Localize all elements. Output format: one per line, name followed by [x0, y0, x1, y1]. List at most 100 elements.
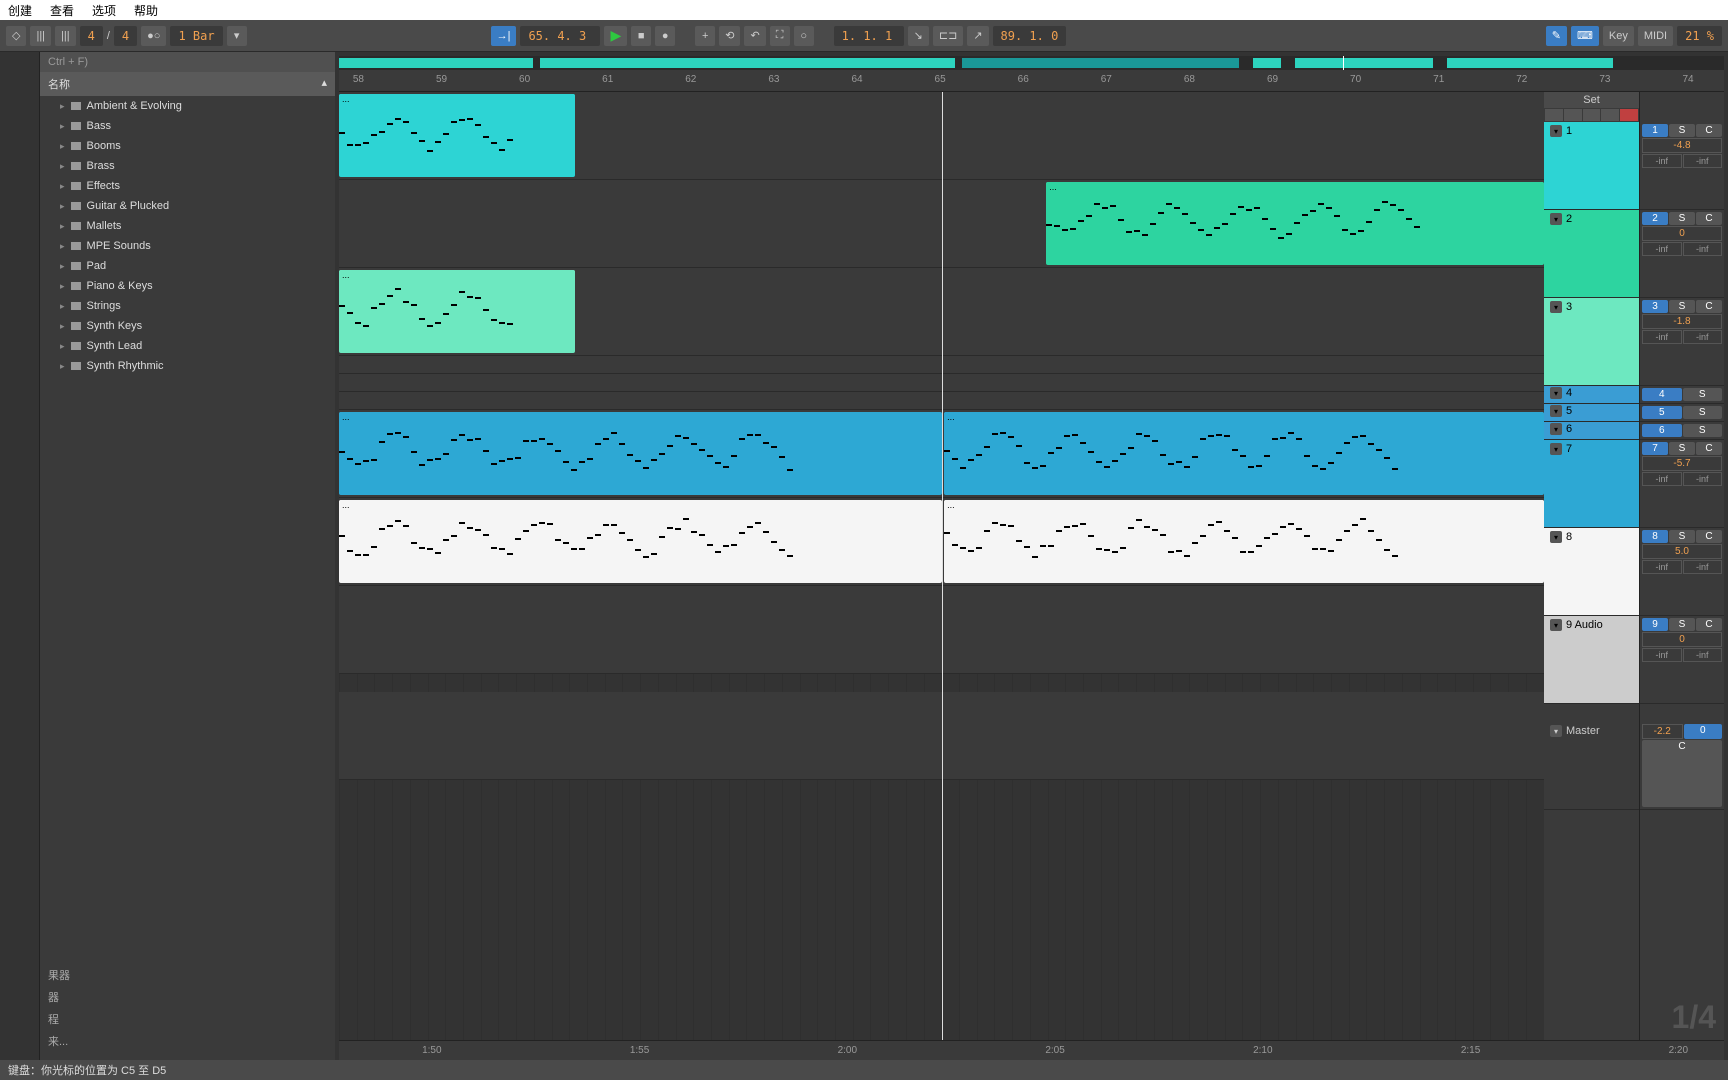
midi-clip[interactable]: ...	[944, 412, 1544, 495]
stop-button[interactable]: ■	[631, 26, 651, 46]
fold-button[interactable]: ▾	[1550, 531, 1562, 543]
menu-create[interactable]: 创建	[8, 2, 32, 19]
loop-switch[interactable]: ⊏⊐	[933, 26, 963, 46]
send-a[interactable]: -inf	[1642, 154, 1682, 168]
track-header[interactable]: ▾9 Audio	[1544, 616, 1639, 704]
tracks-timeline[interactable]: .....................	[339, 92, 1544, 1040]
time-ruler[interactable]: 1:501:552:002:052:102:152:20	[339, 1040, 1724, 1060]
track-header[interactable]: ▾3	[1544, 298, 1639, 386]
master-volume[interactable]: -2.2	[1642, 724, 1683, 739]
fold-button[interactable]: ▾	[1550, 443, 1562, 455]
midi-clip[interactable]: ...	[944, 500, 1544, 583]
browser-item[interactable]: Booms	[40, 136, 335, 156]
metronome-button[interactable]: |||	[55, 26, 76, 46]
fold-button[interactable]: ▾	[1550, 405, 1562, 417]
send-b[interactable]: -inf	[1683, 330, 1723, 344]
follow-button[interactable]: →|	[491, 26, 517, 46]
track-header[interactable]: ▾1	[1544, 122, 1639, 210]
automation-arm[interactable]: ⟲	[719, 26, 740, 46]
key-map[interactable]: Key	[1603, 26, 1634, 46]
send-a[interactable]: -inf	[1642, 330, 1682, 344]
loop-start[interactable]: 1. 1. 1	[834, 26, 904, 46]
solo-button[interactable]: S	[1669, 530, 1695, 543]
browser-item[interactable]: Synth Keys	[40, 316, 335, 336]
track-header[interactable]: ▾4	[1544, 386, 1639, 404]
quantize-dropdown[interactable]: ▾	[227, 26, 247, 46]
menu-help[interactable]: 帮助	[134, 2, 158, 19]
c-button[interactable]: C	[1696, 212, 1722, 225]
midi-clip[interactable]: ...	[339, 94, 575, 177]
overdub-button[interactable]: +	[695, 26, 715, 46]
send-a[interactable]: -inf	[1642, 472, 1682, 486]
fold-button[interactable]: ▾	[1550, 125, 1562, 137]
fold-button[interactable]: ▾	[1550, 725, 1562, 737]
track-activator[interactable]: 6	[1642, 424, 1682, 437]
side-link[interactable]: 果器	[48, 964, 327, 986]
draw-mode[interactable]: ✎	[1546, 26, 1567, 46]
loop-end[interactable]: 89. 1. 0	[993, 26, 1067, 46]
volume-value[interactable]: 5.0	[1642, 544, 1722, 559]
solo-button[interactable]: S	[1669, 618, 1695, 631]
send-b[interactable]: -inf	[1683, 648, 1723, 662]
browser-item[interactable]: Pad	[40, 256, 335, 276]
track-activator[interactable]: 8	[1642, 530, 1668, 543]
master-c[interactable]: C	[1642, 740, 1722, 807]
track-activator[interactable]: 1	[1642, 124, 1668, 137]
solo-button[interactable]: S	[1669, 442, 1695, 455]
send-b[interactable]: -inf	[1683, 472, 1723, 486]
c-button[interactable]: C	[1696, 442, 1722, 455]
reenable-auto[interactable]: ↶	[744, 26, 765, 46]
send-b[interactable]: -inf	[1683, 560, 1723, 574]
send-b[interactable]: -inf	[1683, 242, 1723, 256]
midi-clip[interactable]: ...	[339, 270, 575, 353]
c-button[interactable]: C	[1696, 618, 1722, 631]
browser-item[interactable]: Synth Rhythmic	[40, 356, 335, 376]
midi-clip[interactable]: ...	[339, 412, 942, 495]
send-a[interactable]: -inf	[1642, 560, 1682, 574]
volume-value[interactable]: -5.7	[1642, 456, 1722, 471]
menu-view[interactable]: 查看	[50, 2, 74, 19]
volume-value[interactable]: 0	[1642, 226, 1722, 241]
browser-item[interactable]: Effects	[40, 176, 335, 196]
punch-out[interactable]: ↗	[967, 26, 988, 46]
c-button[interactable]: C	[1696, 300, 1722, 313]
browser-item[interactable]: Strings	[40, 296, 335, 316]
fold-button[interactable]: ▾	[1550, 301, 1562, 313]
browser-column-header[interactable]: 名称▴	[40, 72, 335, 96]
send-a[interactable]: -inf	[1642, 648, 1682, 662]
punch-in[interactable]: ↘	[908, 26, 929, 46]
quantize-select[interactable]: 1 Bar	[170, 26, 222, 46]
session-rec[interactable]: ○	[794, 26, 814, 46]
fold-button[interactable]: ▾	[1550, 423, 1562, 435]
computer-midi[interactable]: ⌨	[1571, 26, 1599, 46]
side-link[interactable]: 器	[48, 986, 327, 1008]
volume-value[interactable]: -4.8	[1642, 138, 1722, 153]
midi-clip[interactable]: ...	[339, 500, 942, 583]
time-sig-den[interactable]: 4	[114, 26, 137, 46]
record-button[interactable]: ●	[655, 26, 675, 46]
fold-button[interactable]: ▾	[1550, 387, 1562, 399]
browser-item[interactable]: Synth Lead	[40, 336, 335, 356]
capture-button[interactable]: ⛶	[770, 26, 790, 46]
browser-item[interactable]: Brass	[40, 156, 335, 176]
side-link[interactable]: 来...	[48, 1030, 327, 1052]
song-position[interactable]: 65. 4. 3	[520, 26, 600, 46]
browser-item[interactable]: Ambient & Evolving	[40, 96, 335, 116]
lock-icon[interactable]	[1620, 109, 1638, 121]
browser-item[interactable]: Bass	[40, 116, 335, 136]
track-header[interactable]: ▾5	[1544, 404, 1639, 422]
track-activator[interactable]: 3	[1642, 300, 1668, 313]
track-header[interactable]: ▾6	[1544, 422, 1639, 440]
menu-options[interactable]: 选项	[92, 2, 116, 19]
solo-button[interactable]: S	[1683, 388, 1723, 401]
track-header[interactable]: ▾8	[1544, 528, 1639, 616]
browser-item[interactable]: Piano & Keys	[40, 276, 335, 296]
play-button[interactable]: ▶	[604, 26, 627, 46]
solo-button[interactable]: S	[1683, 424, 1723, 437]
track-activator[interactable]: 5	[1642, 406, 1682, 419]
fold-button[interactable]: ▾	[1550, 619, 1562, 631]
browser-item[interactable]: MPE Sounds	[40, 236, 335, 256]
track-header[interactable]: ▾2	[1544, 210, 1639, 298]
search-input[interactable]: Ctrl + F)	[40, 52, 335, 72]
send-b[interactable]: -inf	[1683, 154, 1723, 168]
